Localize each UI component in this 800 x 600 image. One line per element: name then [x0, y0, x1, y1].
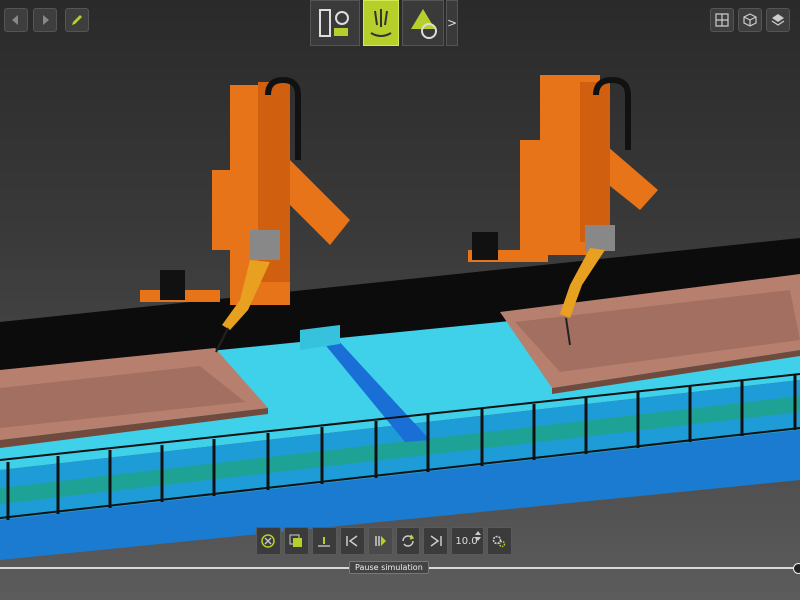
- simulation-viewport[interactable]: [0, 0, 800, 600]
- edit-button[interactable]: [65, 8, 89, 32]
- loop-icon: [402, 534, 415, 547]
- simulation-mode-icon: [370, 9, 392, 37]
- layers-icon: [771, 14, 785, 26]
- cube-view-button[interactable]: [738, 8, 762, 32]
- stop-icon: [261, 534, 276, 548]
- skip-start-button[interactable]: [339, 527, 365, 555]
- play-pause-icon: [375, 536, 387, 546]
- layout-mode-icon: [319, 9, 349, 37]
- speed-down-icon[interactable]: [475, 537, 482, 541]
- tooltip: Pause simulation: [349, 561, 429, 574]
- grid-view-button[interactable]: [710, 8, 734, 32]
- layout-mode-button[interactable]: [310, 0, 360, 46]
- back-button[interactable]: [4, 8, 28, 32]
- skip-start-icon: [346, 535, 358, 547]
- playback-toolbar: 10.0: [256, 527, 512, 557]
- stop-button[interactable]: [256, 527, 281, 555]
- forward-button[interactable]: [33, 8, 57, 32]
- simulation-mode-button[interactable]: [363, 0, 399, 46]
- settings-button[interactable]: [487, 527, 512, 555]
- timeline-handle[interactable]: [793, 563, 800, 574]
- back-icon: [12, 15, 18, 25]
- speed-up-icon[interactable]: [475, 531, 482, 535]
- settings-gear-icon: [493, 535, 506, 548]
- snapshot-icon: [289, 534, 303, 547]
- marker-icon: [318, 537, 331, 547]
- speed-stepper[interactable]: 10.0: [451, 527, 485, 555]
- skip-end-icon: [430, 535, 442, 547]
- more-label: >: [446, 16, 458, 30]
- pencil-icon: [72, 15, 82, 25]
- play-pause-button[interactable]: [367, 527, 393, 555]
- skip-end-button[interactable]: [423, 527, 449, 555]
- shapes-mode-icon: [411, 9, 437, 39]
- more-modes-button[interactable]: >: [446, 0, 458, 46]
- grid-view-icon: [715, 13, 729, 27]
- layers-button[interactable]: [766, 8, 790, 32]
- shapes-mode-button[interactable]: [402, 0, 444, 46]
- loop-button[interactable]: [395, 527, 421, 555]
- cube-view-icon: [743, 13, 757, 27]
- marker-button[interactable]: [311, 527, 337, 555]
- forward-icon: [43, 15, 49, 25]
- snapshot-button[interactable]: [283, 527, 309, 555]
